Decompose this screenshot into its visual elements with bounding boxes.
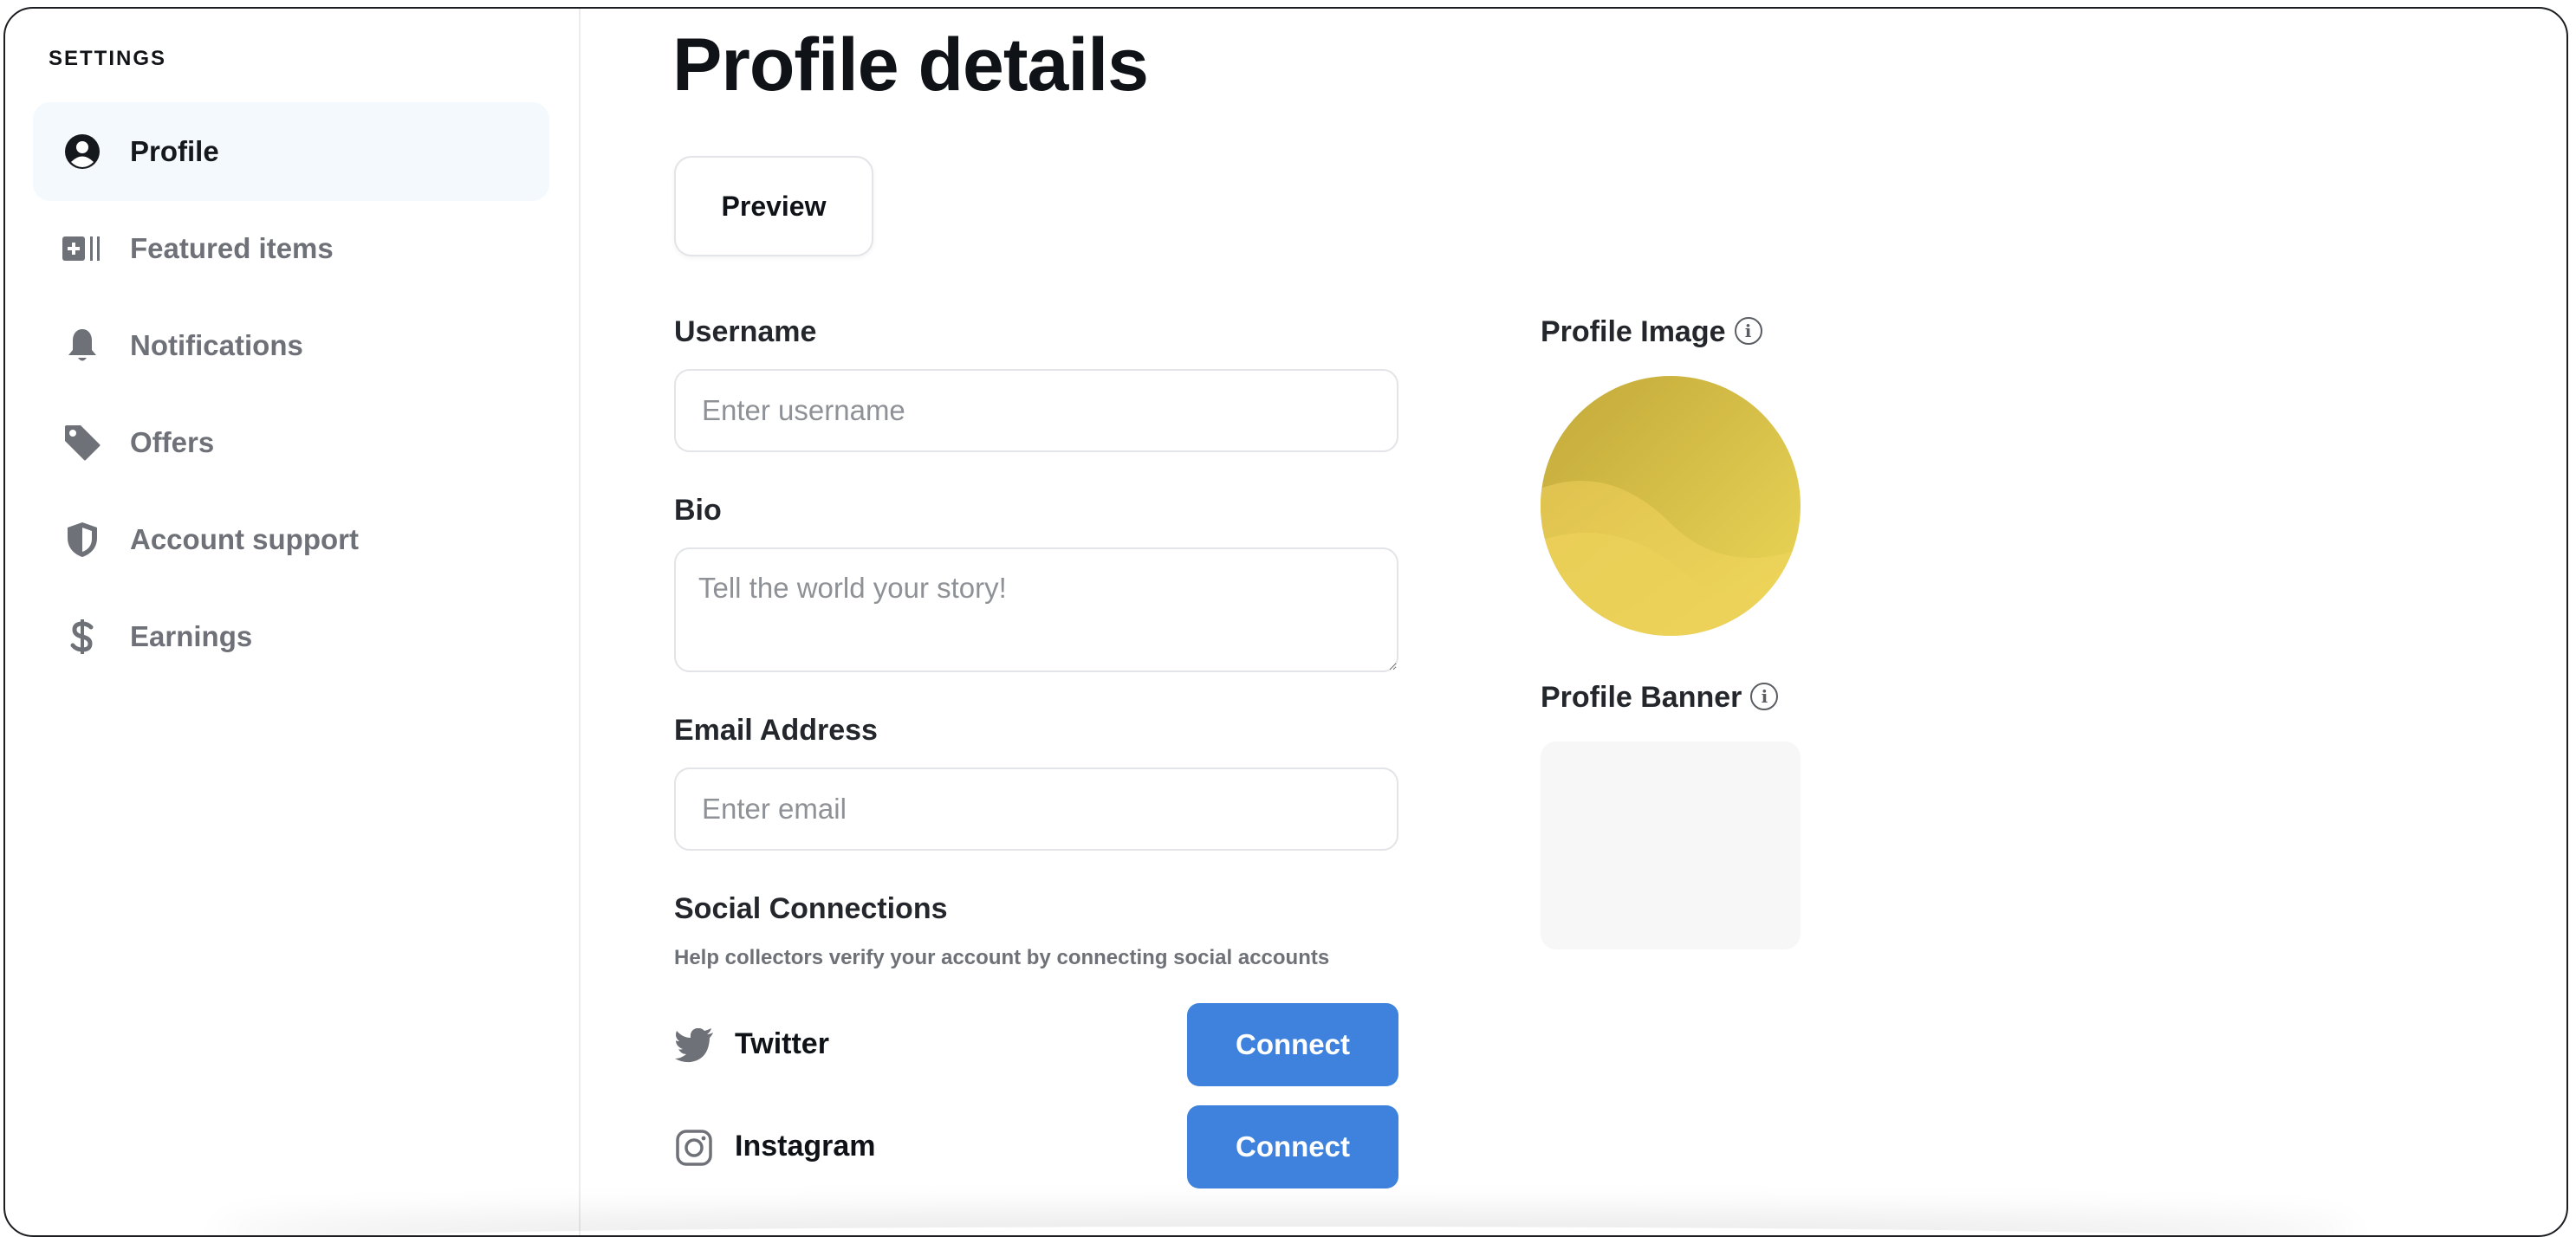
social-name-instagram: Instagram	[735, 1130, 876, 1163]
social-row-instagram: Instagram Connect	[674, 1105, 1398, 1188]
sidebar-item-label: Notifications	[130, 329, 303, 361]
sidebar-item-featured-items[interactable]: Featured items	[33, 199, 549, 298]
connect-twitter-button[interactable]: Connect	[1187, 1003, 1398, 1086]
sidebar-item-earnings[interactable]: Earnings	[33, 587, 549, 686]
profile-details-panel: Profile details Preview Username Bio Ema…	[581, 9, 2566, 1235]
sidebar-heading: SETTINGS	[49, 47, 167, 70]
social-connections-heading: Social Connections	[674, 892, 948, 925]
social-name-twitter: Twitter	[735, 1027, 829, 1060]
info-icon[interactable]: i	[1734, 317, 1762, 346]
username-input[interactable]	[674, 369, 1398, 452]
sidebar-item-label: Earnings	[130, 620, 253, 652]
shield-icon	[62, 520, 102, 560]
featured-items-icon	[62, 229, 102, 269]
profile-banner-heading: Profile Banner i	[1541, 681, 1779, 715]
twitter-icon	[674, 1026, 714, 1065]
sidebar-item-offers[interactable]: Offers	[33, 393, 549, 492]
sidebar-item-notifications[interactable]: Notifications	[33, 296, 549, 395]
bio-textarea[interactable]	[674, 547, 1398, 672]
info-icon[interactable]: i	[1750, 683, 1779, 711]
sidebar-item-label: Account support	[130, 523, 359, 555]
sidebar-item-profile[interactable]: Profile	[33, 102, 549, 201]
user-circle-icon	[62, 132, 102, 172]
bell-icon	[62, 326, 102, 366]
instagram-icon	[674, 1128, 714, 1168]
profile-image-heading: Profile Image i	[1541, 315, 1762, 349]
username-label: Username	[674, 315, 817, 348]
bio-label: Bio	[674, 494, 722, 527]
email-input[interactable]	[674, 767, 1398, 851]
connect-instagram-button[interactable]: Connect	[1187, 1105, 1398, 1188]
social-row-twitter: Twitter Connect	[674, 1003, 1398, 1086]
sidebar-item-label: Offers	[130, 426, 215, 458]
profile-banner-label: Profile Banner	[1541, 681, 1742, 714]
profile-image-label: Profile Image	[1541, 315, 1726, 348]
sidebar-item-label: Featured items	[130, 232, 334, 264]
tag-icon	[62, 423, 102, 463]
preview-button[interactable]: Preview	[674, 156, 873, 256]
social-connections-helper: Help collectors verify your account by c…	[674, 946, 1330, 969]
profile-image-avatar[interactable]	[1541, 376, 1801, 636]
sidebar-item-label: Profile	[130, 135, 219, 167]
profile-banner-placeholder[interactable]	[1541, 742, 1801, 949]
dollar-icon	[62, 617, 102, 657]
sidebar-item-account-support[interactable]: Account support	[33, 490, 549, 589]
settings-sidebar: SETTINGS Profile Featured items Notifica…	[5, 9, 581, 1235]
app-window: SETTINGS Profile Featured items Notifica…	[3, 7, 2568, 1237]
page-title: Profile details	[672, 23, 1149, 107]
email-label: Email Address	[674, 714, 878, 747]
